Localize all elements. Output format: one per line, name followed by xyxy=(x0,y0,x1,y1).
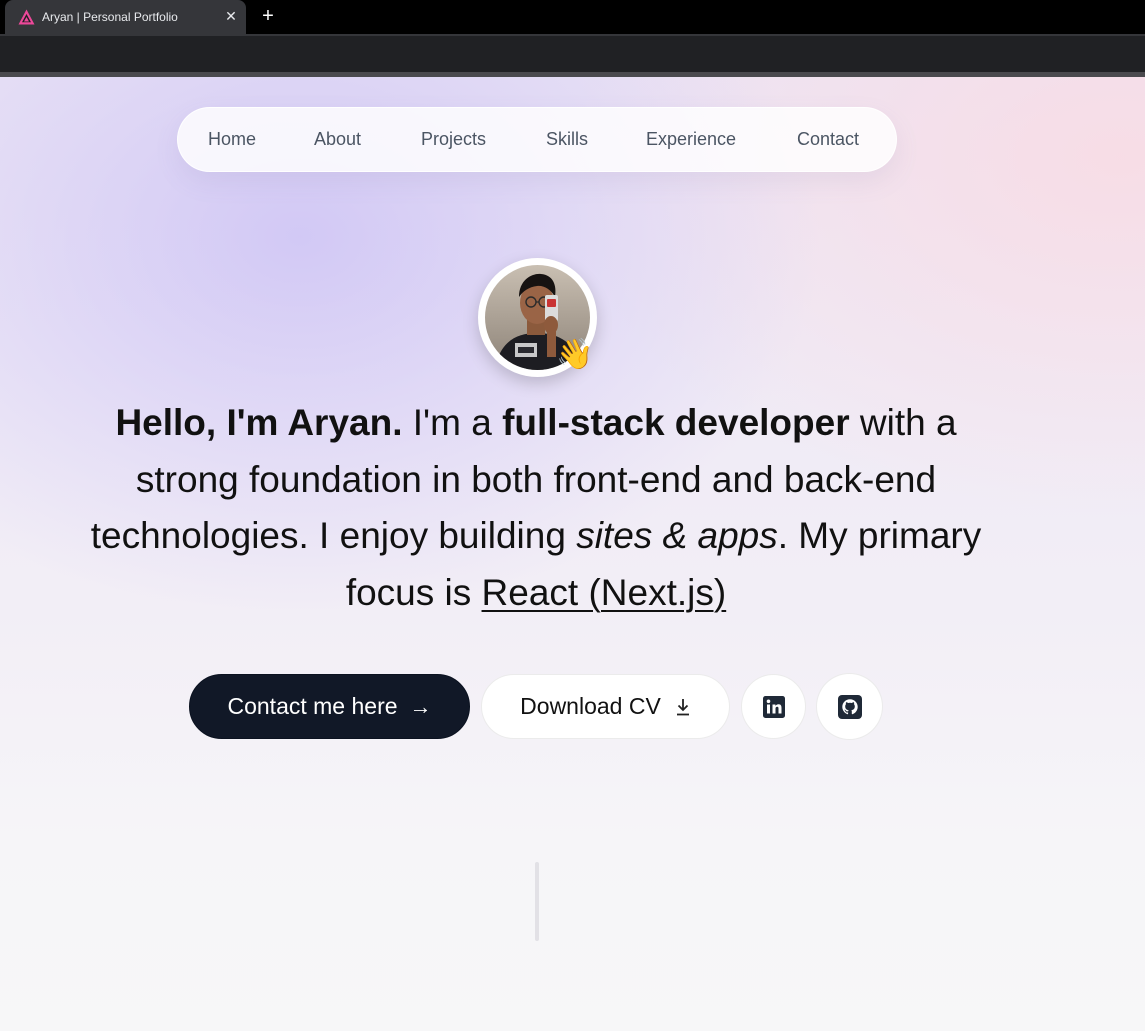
nav-item-skills[interactable]: Skills xyxy=(546,129,588,150)
browser-tab[interactable]: Aryan | Personal Portfolio ✕ xyxy=(5,0,246,34)
tab-close-icon[interactable]: ✕ xyxy=(222,7,240,25)
github-button[interactable] xyxy=(816,673,883,740)
arrow-right-icon: → xyxy=(409,693,432,719)
contact-me-button[interactable]: Contact me here → xyxy=(189,674,470,739)
contact-button-label: Contact me here xyxy=(227,693,398,719)
browser-toolbar xyxy=(0,34,1145,72)
download-icon xyxy=(676,698,689,715)
hero-text-1: I'm a xyxy=(402,402,503,443)
wave-emoji-icon: 👋 xyxy=(556,337,594,372)
top-navigation: Home About Projects Skills Experience Co… xyxy=(177,107,897,172)
page-viewport: Home About Projects Skills Experience Co… xyxy=(0,77,1145,1031)
hero-greeting: Hello, I'm Aryan. xyxy=(115,402,403,443)
tab-title: Aryan | Personal Portfolio xyxy=(42,10,178,24)
github-icon xyxy=(837,694,862,719)
linkedin-icon xyxy=(762,695,785,718)
hero-role: full-stack developer xyxy=(502,402,850,443)
download-cv-label: Download CV xyxy=(520,693,661,719)
nav-item-about[interactable]: About xyxy=(314,129,361,150)
download-cv-button[interactable]: Download CV xyxy=(481,674,730,739)
hero-focus-link[interactable]: React (Next.js) xyxy=(482,572,727,613)
hero-focus-italic: sites & apps xyxy=(576,515,778,556)
section-divider-line xyxy=(535,862,539,941)
browser-tabstrip: Aryan | Personal Portfolio ✕ + xyxy=(0,0,1145,34)
hero-intro: Hello, I'm Aryan. I'm a full-stack devel… xyxy=(70,395,1002,621)
favicon-icon xyxy=(18,9,35,25)
nav-item-home[interactable]: Home xyxy=(208,129,256,150)
new-tab-button[interactable]: + xyxy=(257,5,279,27)
nav-item-projects[interactable]: Projects xyxy=(421,129,486,150)
nav-item-experience[interactable]: Experience xyxy=(646,129,736,150)
linkedin-button[interactable] xyxy=(741,674,806,739)
nav-item-contact[interactable]: Contact xyxy=(797,129,859,150)
